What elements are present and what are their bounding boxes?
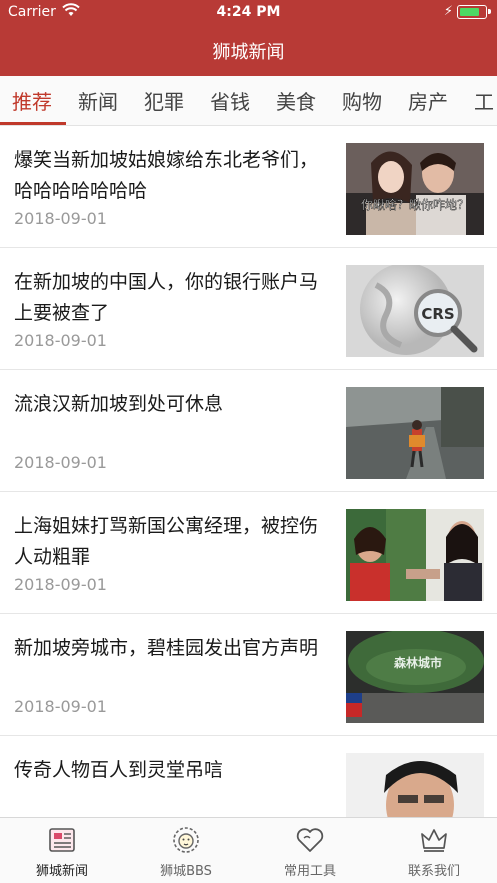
article-title: 传奇人物百人到灵堂吊唁: [14, 759, 224, 781]
article-date: 2018-09-01: [14, 453, 107, 472]
article-thumbnail: 你瞅啥？瞅你咋地？: [346, 143, 484, 235]
article-item[interactable]: 新加坡旁城市，碧桂园发出官方声明 2018-09-01 森林城市: [0, 615, 497, 736]
thumb-caption: CRS: [421, 305, 454, 323]
article-date: 2018-09-01: [14, 209, 107, 228]
article-date: 2018-09-01: [14, 575, 107, 594]
article-item[interactable]: 爆笑当新加坡姑娘嫁给东北老爷们，哈哈哈哈哈哈哈 2018-09-01 你瞅啥？瞅…: [0, 127, 497, 248]
article-thumbnail: [346, 753, 484, 817]
status-time: 4:24 PM: [216, 4, 281, 20]
app-header: Carrier 4:24 PM ⚡ 狮城新闻: [0, 0, 497, 76]
article-item[interactable]: 在新加坡的中国人，你的银行账户马上要被查了 2018-09-01 CRS: [0, 249, 497, 370]
article-thumbnail: 森林城市: [346, 631, 484, 723]
tab-crime[interactable]: 犯罪: [144, 86, 184, 115]
article-thumbnail: [346, 387, 484, 479]
news-icon: [47, 826, 77, 854]
tab-food[interactable]: 美食: [276, 86, 316, 115]
article-title: 上海姐妹打骂新国公寓经理，被控伤人动粗罪: [14, 515, 319, 568]
bottom-tab-bar: 狮城新闻 狮城BBS 常用工具 联系我们: [0, 817, 497, 883]
article-thumbnail: [346, 509, 484, 601]
battery-level: [460, 8, 479, 16]
tab-save-money[interactable]: 省钱: [210, 86, 250, 115]
tabbar-item-news[interactable]: 狮城新闻: [0, 818, 124, 883]
article-title: 在新加坡的中国人，你的银行账户马上要被查了: [14, 271, 319, 324]
tabbar-item-contact[interactable]: 联系我们: [372, 818, 496, 883]
tabbar-item-tools[interactable]: 常用工具: [248, 818, 372, 883]
tab-work[interactable]: 工: [474, 86, 494, 115]
lion-icon: [171, 826, 201, 854]
thumb-caption: 你瞅啥？瞅你咋地？: [361, 197, 469, 212]
tab-shopping[interactable]: 购物: [342, 86, 382, 115]
tab-property[interactable]: 房产: [408, 86, 448, 115]
article-item[interactable]: 上海姐妹打骂新国公寓经理，被控伤人动粗罪 2018-09-01: [0, 493, 497, 614]
article-thumbnail: CRS: [346, 265, 484, 357]
tabbar-item-bbs[interactable]: 狮城BBS: [124, 818, 248, 883]
tabbar-label: 常用工具: [283, 864, 336, 879]
status-bar: Carrier 4:24 PM ⚡: [0, 0, 497, 24]
article-list: 爆笑当新加坡姑娘嫁给东北老爷们，哈哈哈哈哈哈哈 2018-09-01 你瞅啥？瞅…: [0, 127, 497, 817]
tabbar-label: 狮城BBS: [160, 864, 212, 879]
heart-icon: [295, 826, 325, 854]
article-date: 2018-09-01: [14, 697, 107, 716]
article-title: 流浪汉新加坡到处可休息: [14, 393, 224, 415]
crown-icon: [419, 826, 449, 854]
article-item[interactable]: 流浪汉新加坡到处可休息 2018-09-01: [0, 371, 497, 492]
charging-icon: ⚡: [443, 4, 453, 19]
article-date: 2018-09-01: [14, 331, 107, 350]
battery-icon: [457, 5, 491, 19]
thumb-caption: 森林城市: [394, 655, 442, 670]
category-tabs: 推荐 新闻 犯罪 省钱 美食 购物 房产 工: [0, 76, 497, 126]
article-item[interactable]: 传奇人物百人到灵堂吊唁: [0, 737, 497, 817]
tab-recommend[interactable]: 推荐: [12, 86, 52, 115]
page-title: 狮城新闻: [212, 42, 285, 63]
article-title: 爆笑当新加坡姑娘嫁给东北老爷们，哈哈哈哈哈哈哈: [14, 149, 319, 202]
tabbar-label: 联系我们: [407, 864, 460, 879]
active-tab-indicator: [0, 122, 66, 125]
article-title: 新加坡旁城市，碧桂园发出官方声明: [14, 637, 319, 659]
tab-news[interactable]: 新闻: [78, 86, 118, 115]
tabbar-label: 狮城新闻: [35, 864, 88, 879]
